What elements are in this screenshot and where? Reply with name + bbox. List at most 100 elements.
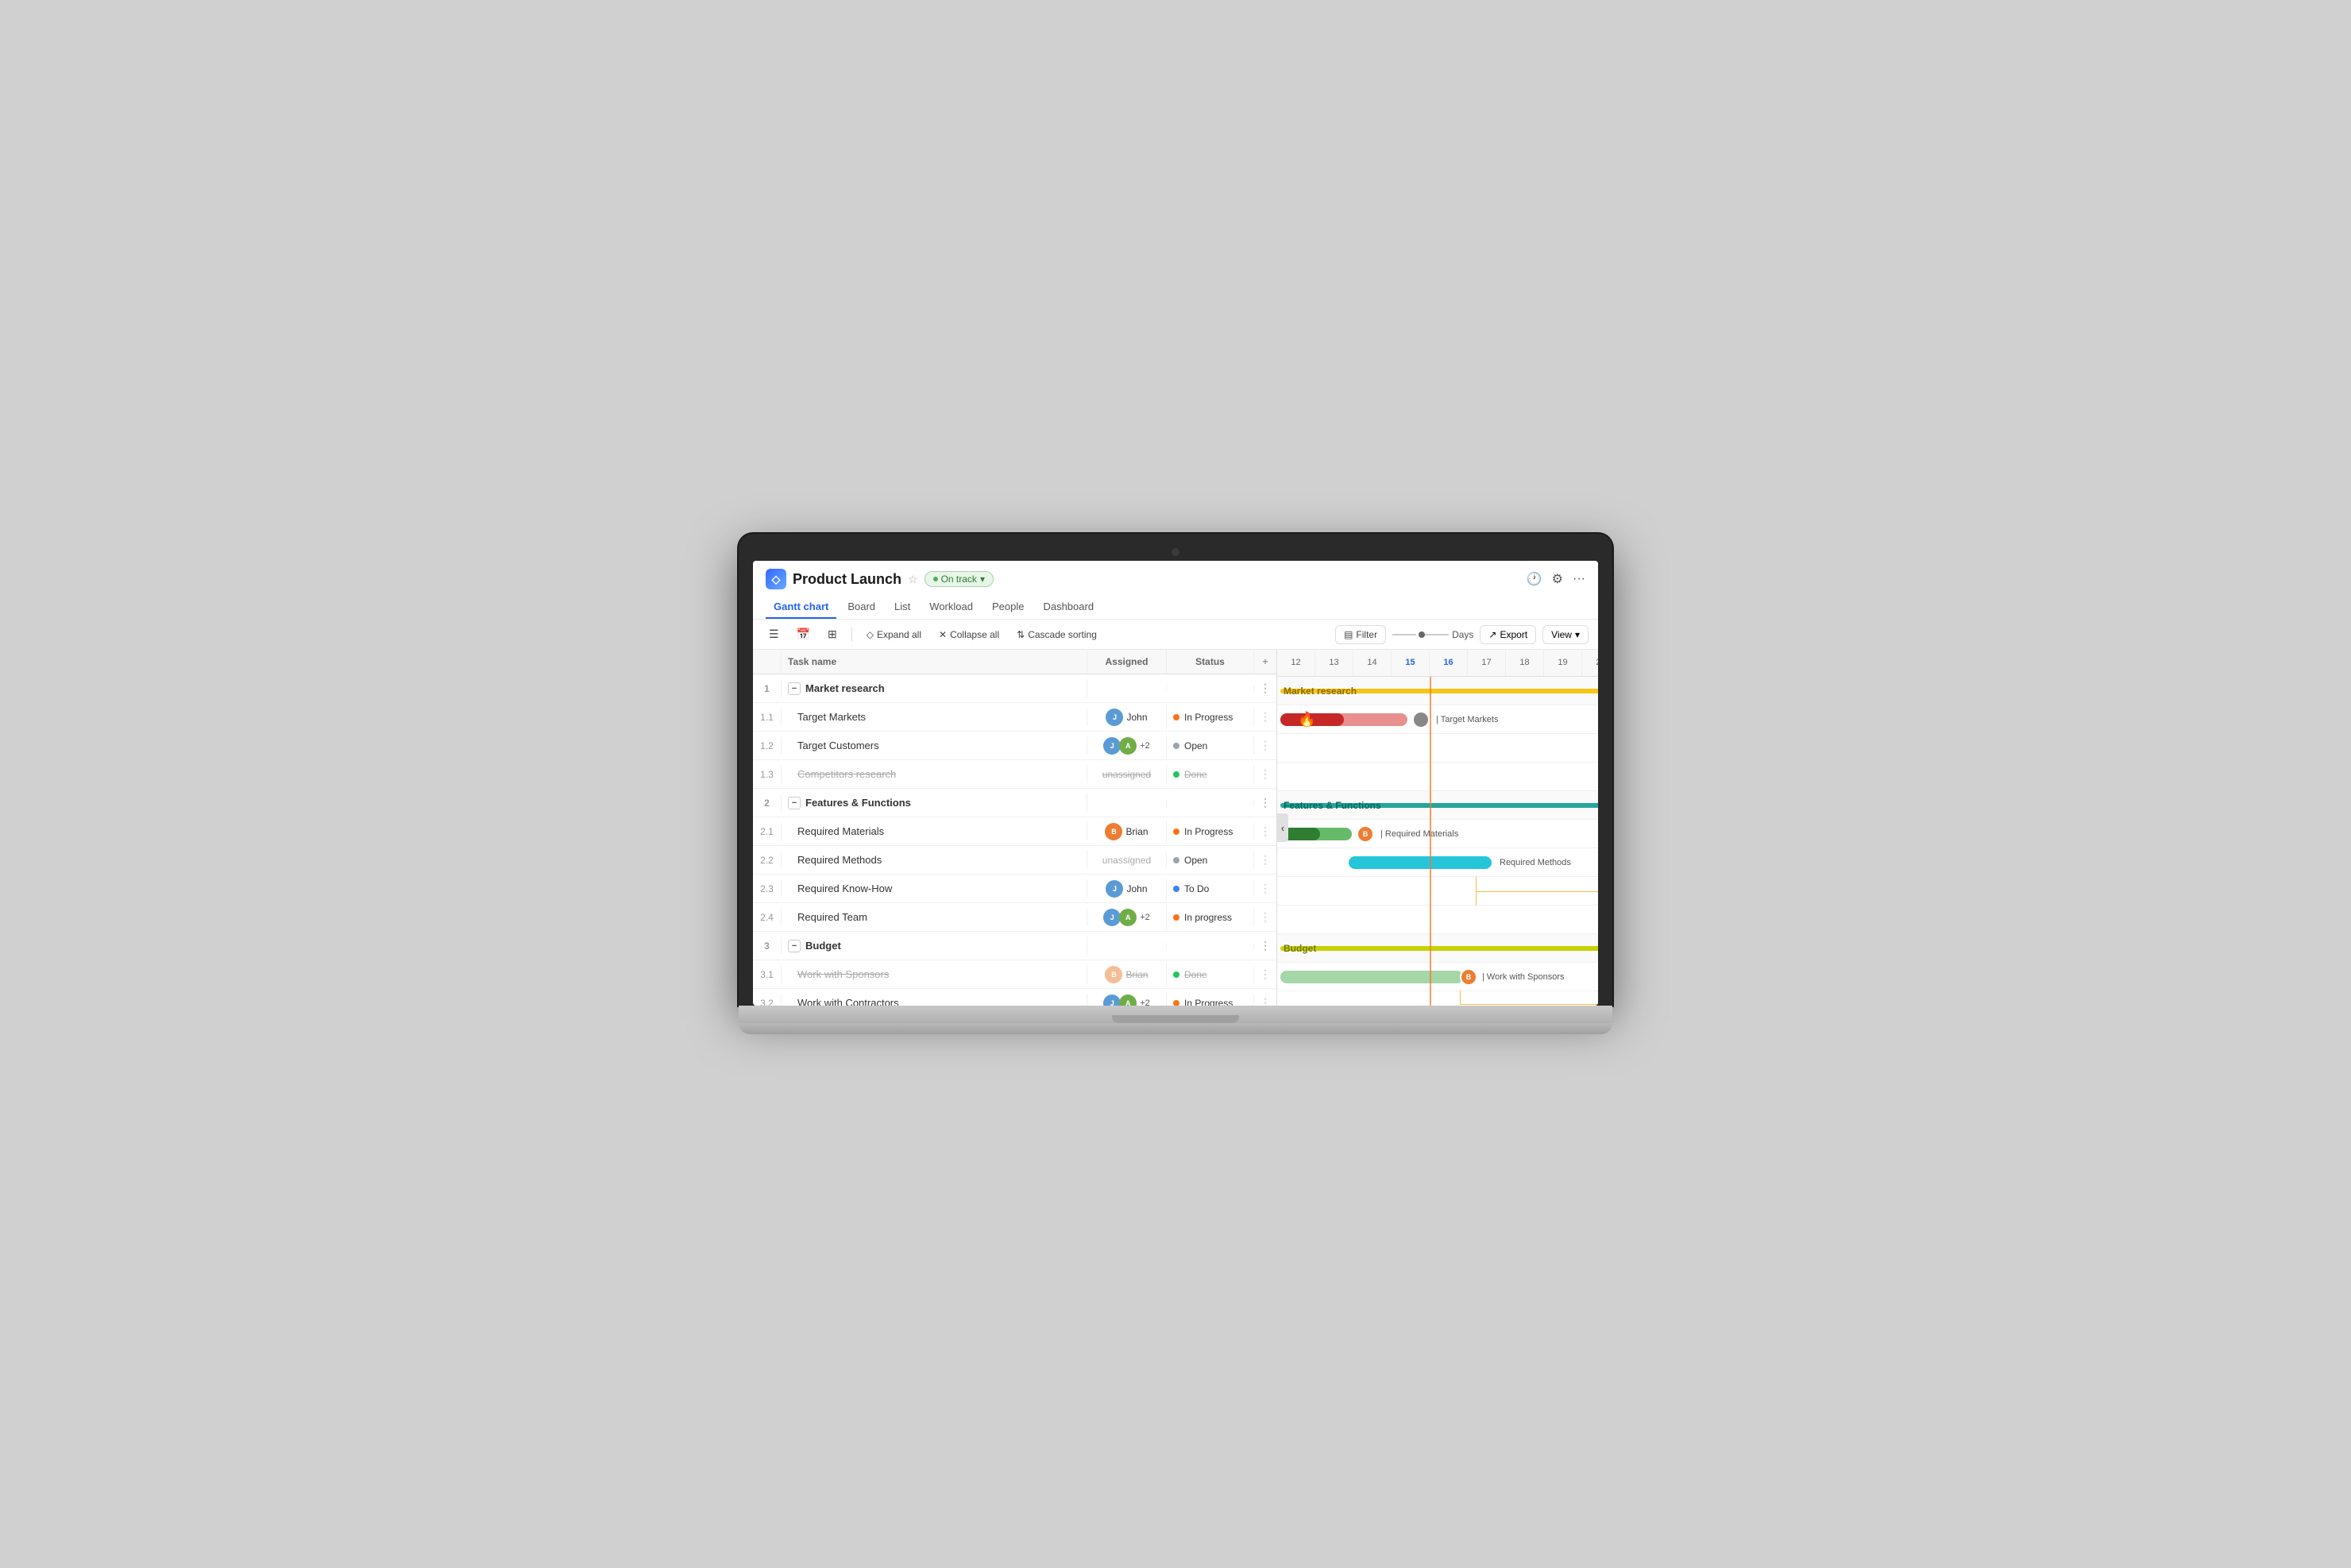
status-text: In Progress bbox=[1184, 826, 1233, 837]
row-number: 1 bbox=[753, 680, 782, 697]
task-name: Budget bbox=[805, 940, 841, 952]
cascade-sorting-label: Cascade sorting bbox=[1028, 629, 1097, 640]
row-name-cell: Required Methods bbox=[782, 851, 1087, 869]
task-table: Task name Assigned Status + 1 − Market r… bbox=[753, 650, 1277, 1006]
gantt-inner: 12 13 14 15 16 17 18 19 20 21 22 bbox=[1277, 650, 1598, 1006]
gantt-label: Budget bbox=[1284, 943, 1316, 954]
list-icon: ☰ bbox=[769, 628, 779, 641]
star-icon[interactable]: ☆ bbox=[908, 573, 918, 586]
date-17: 17 bbox=[1468, 650, 1506, 676]
add-column-button[interactable]: + bbox=[1254, 650, 1276, 674]
filter-button[interactable]: ▤ Filter bbox=[1335, 625, 1386, 644]
table-row: 2 − Features & Functions ⋮ bbox=[753, 789, 1276, 817]
row-menu-icon[interactable]: ⋮ bbox=[1254, 910, 1276, 924]
row-name-cell: − Features & Functions bbox=[782, 794, 1087, 813]
row-menu-icon[interactable]: ⋮ bbox=[1254, 967, 1276, 981]
row-name-cell: Target Markets bbox=[782, 708, 1087, 726]
avatar: J bbox=[1103, 994, 1121, 1006]
gantt-date-header: 12 13 14 15 16 17 18 19 20 21 22 bbox=[1277, 650, 1598, 677]
task-name: Required Methods bbox=[797, 854, 882, 866]
gantt-task-label: Required Methods bbox=[1500, 858, 1571, 867]
date-19: 19 bbox=[1544, 650, 1582, 676]
expand-all-button[interactable]: ◇ Expand all bbox=[860, 626, 928, 643]
export-button[interactable]: ↗ Export bbox=[1480, 625, 1536, 644]
header-right: 🕐 ⚙ ··· bbox=[1527, 571, 1585, 587]
gantt-area: ‹ 12 13 14 15 16 17 18 19 bbox=[1277, 650, 1598, 1006]
col-header-status: Status bbox=[1167, 650, 1254, 674]
camera bbox=[1172, 548, 1179, 556]
date-20: 20 bbox=[1582, 650, 1598, 676]
logo-icon: ◇ bbox=[772, 573, 781, 586]
group-collapse-icon[interactable]: − bbox=[788, 682, 801, 695]
tab-dashboard[interactable]: Dashboard bbox=[1035, 596, 1102, 619]
row-status-cell bbox=[1167, 943, 1254, 949]
table-row: 2.1 Required Materials B Brian In Progre… bbox=[753, 817, 1276, 846]
status-text: In Progress bbox=[1184, 712, 1233, 723]
row-menu-icon[interactable]: ⋮ bbox=[1254, 939, 1276, 952]
row-status-cell: To Do bbox=[1167, 880, 1254, 898]
tab-board[interactable]: Board bbox=[840, 596, 883, 619]
row-menu-icon[interactable]: ⋮ bbox=[1254, 996, 1276, 1006]
row-menu-icon[interactable]: ⋮ bbox=[1254, 710, 1276, 724]
tab-people[interactable]: People bbox=[984, 596, 1032, 619]
assignee-extra: +2 bbox=[1140, 998, 1150, 1006]
cascade-sorting-button[interactable]: ⇅ Cascade sorting bbox=[1010, 626, 1103, 643]
row-assigned-cell: B Brian bbox=[1087, 820, 1167, 844]
view-calendar-button[interactable]: 📅 bbox=[790, 624, 816, 644]
gantt-group-bar bbox=[1280, 946, 1598, 951]
status-indicator bbox=[1173, 771, 1179, 778]
history-icon[interactable]: 🕐 bbox=[1527, 571, 1542, 587]
status-text: In progress bbox=[1184, 912, 1232, 923]
dep-v bbox=[1460, 991, 1461, 1005]
status-indicator bbox=[1173, 1000, 1179, 1006]
collapse-icon: ✕ bbox=[939, 629, 947, 640]
grid-icon: ⊞ bbox=[828, 628, 837, 641]
row-menu-icon[interactable]: ⋮ bbox=[1254, 796, 1276, 809]
days-dots bbox=[1392, 631, 1449, 638]
main-content: Task name Assigned Status + 1 − Market r… bbox=[753, 650, 1598, 1006]
group-collapse-icon[interactable]: − bbox=[788, 940, 801, 952]
status-indicator bbox=[1173, 857, 1179, 863]
row-menu-icon[interactable]: ⋮ bbox=[1254, 853, 1276, 867]
status-text: Open bbox=[1184, 740, 1207, 751]
nav-tabs: Gantt chart Board List Workload People D… bbox=[766, 596, 1585, 619]
row-menu-icon[interactable]: ⋮ bbox=[1254, 682, 1276, 695]
gantt-row-target-customers bbox=[1277, 734, 1598, 763]
expand-icon: ◇ bbox=[867, 629, 874, 640]
avatar: A bbox=[1119, 909, 1137, 926]
row-menu-icon[interactable]: ⋮ bbox=[1254, 882, 1276, 895]
row-menu-icon[interactable]: ⋮ bbox=[1254, 767, 1276, 781]
row-menu-icon[interactable]: ⋮ bbox=[1254, 825, 1276, 838]
avatar: J bbox=[1106, 709, 1123, 726]
tab-gantt-chart[interactable]: Gantt chart bbox=[766, 596, 836, 619]
fire-emoji: 🔥 bbox=[1298, 711, 1315, 728]
row-status-cell: In progress bbox=[1167, 909, 1254, 926]
row-assigned-cell: J A +2 bbox=[1087, 906, 1167, 929]
laptop-bottom bbox=[739, 1023, 1612, 1034]
gantt-scroll-handle[interactable]: ‹ bbox=[1277, 813, 1288, 842]
date-18: 18 bbox=[1506, 650, 1544, 676]
view-grid-button[interactable]: ⊞ bbox=[821, 624, 844, 644]
settings-icon[interactable]: ⚙ bbox=[1552, 571, 1563, 587]
row-status-cell: Open bbox=[1167, 737, 1254, 755]
assignee-name: unassigned bbox=[1102, 769, 1151, 780]
row-name-cell: − Budget bbox=[782, 937, 1087, 956]
view-list-button[interactable]: ☰ bbox=[762, 624, 786, 644]
row-name-cell: Required Team bbox=[782, 908, 1087, 926]
toolbar-right: ▤ Filter Days ↗ bbox=[1335, 625, 1589, 644]
task-name: Work with Contractors bbox=[797, 997, 899, 1006]
row-menu-icon[interactable]: ⋮ bbox=[1254, 739, 1276, 752]
more-options-icon[interactable]: ··· bbox=[1573, 572, 1585, 586]
tab-list[interactable]: List bbox=[886, 596, 918, 619]
col-header-name: Task name bbox=[782, 650, 1087, 674]
group-collapse-icon[interactable]: − bbox=[788, 797, 801, 809]
chevron-down-icon: ▾ bbox=[980, 574, 985, 585]
row-name-cell: Work with Sponsors bbox=[782, 965, 1087, 983]
gantt-row-required-methods: Required Methods bbox=[1277, 848, 1598, 877]
row-status-cell: In Progress bbox=[1167, 994, 1254, 1006]
view-button[interactable]: View ▾ bbox=[1542, 625, 1589, 644]
collapse-all-button[interactable]: ✕ Collapse all bbox=[932, 626, 1006, 643]
status-badge[interactable]: On track ▾ bbox=[925, 571, 994, 587]
tab-workload[interactable]: Workload bbox=[921, 596, 981, 619]
status-text: Done bbox=[1184, 769, 1207, 780]
